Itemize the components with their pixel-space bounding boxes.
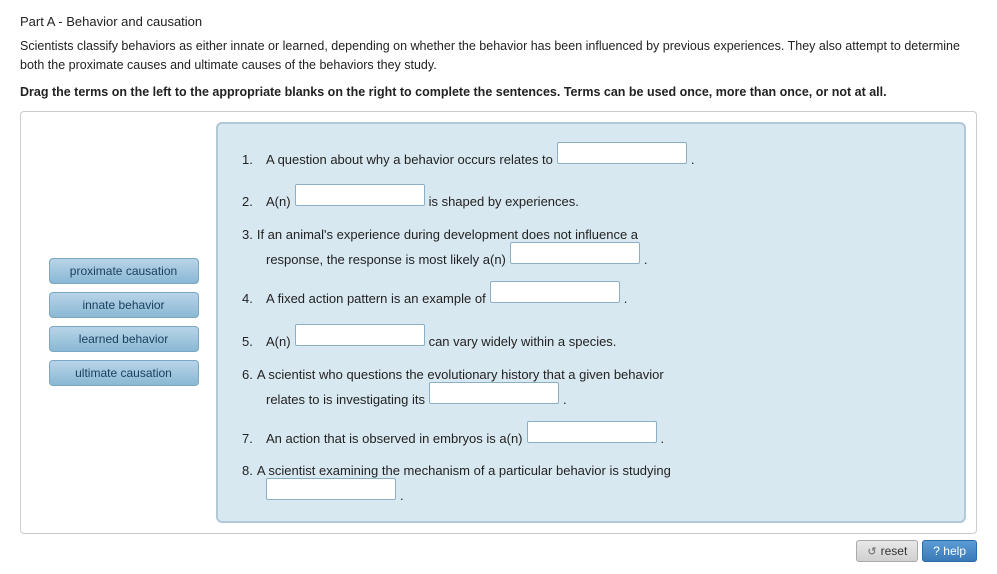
part-header: Part A - Behavior and causation xyxy=(20,14,977,29)
q8-blank[interactable] xyxy=(266,478,396,500)
q3-num: 3. xyxy=(242,227,253,242)
description: Scientists classify behaviors as either … xyxy=(20,37,960,75)
q5-text1: A(n) xyxy=(266,332,291,353)
question-6: 6. A scientist who questions the evoluti… xyxy=(242,367,940,407)
instruction: Drag the terms on the left to the approp… xyxy=(20,85,960,99)
q6-num: 6. xyxy=(242,367,253,382)
q4-period: . xyxy=(624,289,628,310)
terms-panel: proximate causation innate behavior lear… xyxy=(31,122,216,524)
term-ultimate-causation[interactable]: ultimate causation xyxy=(49,360,199,386)
q7-blank[interactable] xyxy=(527,421,657,443)
q7-text1: An action that is observed in embryos is… xyxy=(266,429,523,450)
q4-num: 4. xyxy=(242,289,262,310)
q4-text1: A fixed action pattern is an example of xyxy=(266,289,486,310)
q1-text1: A question about why a behavior occurs r… xyxy=(266,150,553,171)
q6-period: . xyxy=(563,392,567,407)
q4-blank[interactable] xyxy=(490,281,620,303)
q3-text1: If an animal's experience during develop… xyxy=(257,227,638,242)
q1-period: . xyxy=(691,150,695,171)
q7-num: 7. xyxy=(242,429,262,450)
q5-text2: can vary widely within a species. xyxy=(429,332,617,353)
q8-period: . xyxy=(400,488,404,503)
question-4: 4. A fixed action pattern is an example … xyxy=(242,281,940,310)
page-wrapper: Part A - Behavior and causation Scientis… xyxy=(0,0,997,574)
q1-blank[interactable] xyxy=(557,142,687,164)
question-7: 7. An action that is observed in embryos… xyxy=(242,421,940,450)
q2-text1: A(n) xyxy=(266,192,291,213)
q6-text2: relates to is investigating its xyxy=(266,392,425,407)
q6-blank[interactable] xyxy=(429,382,559,404)
q3-period: . xyxy=(644,252,648,267)
q3-blank[interactable] xyxy=(510,242,640,264)
q5-blank[interactable] xyxy=(295,324,425,346)
q6-line2: relates to is investigating its . xyxy=(242,382,940,407)
q8-num: 8. xyxy=(242,463,253,478)
question-3: 3. If an animal's experience during deve… xyxy=(242,227,940,267)
q7-period: . xyxy=(661,429,665,450)
q2-blank[interactable] xyxy=(295,184,425,206)
questions-panel: 1. A question about why a behavior occur… xyxy=(216,122,966,524)
q8-text1: A scientist examining the mechanism of a… xyxy=(257,463,671,478)
q5-num: 5. xyxy=(242,332,262,353)
q3-line1: 3. If an animal's experience during deve… xyxy=(242,227,940,242)
q2-num: 2. xyxy=(242,192,262,213)
q2-text2: is shaped by experiences. xyxy=(429,192,579,213)
q6-text1: A scientist who questions the evolutiona… xyxy=(257,367,664,382)
q6-line1: 6. A scientist who questions the evoluti… xyxy=(242,367,940,382)
activity-area: proximate causation innate behavior lear… xyxy=(20,111,977,535)
q3-line2: response, the response is most likely a(… xyxy=(242,242,940,267)
part-title: Behavior and causation xyxy=(66,14,202,29)
help-label: ? help xyxy=(933,544,966,558)
term-innate-behavior[interactable]: innate behavior xyxy=(49,292,199,318)
question-2: 2. A(n) is shaped by experiences. xyxy=(242,184,940,213)
reset-label: reset xyxy=(881,544,908,558)
q3-text2: response, the response is most likely a(… xyxy=(266,252,506,267)
term-proximate-causation[interactable]: proximate causation xyxy=(49,258,199,284)
term-learned-behavior[interactable]: learned behavior xyxy=(49,326,199,352)
reset-icon: ↺ xyxy=(867,545,876,558)
question-1: 1. A question about why a behavior occur… xyxy=(242,142,940,171)
question-8: 8. A scientist examining the mechanism o… xyxy=(242,463,940,503)
part-label: Part A - xyxy=(20,14,63,29)
reset-button[interactable]: ↺ reset xyxy=(856,540,918,562)
q1-num: 1. xyxy=(242,150,262,171)
q8-line2: . xyxy=(242,478,940,503)
question-5: 5. A(n) can vary widely within a species… xyxy=(242,324,940,353)
help-button[interactable]: ? help xyxy=(922,540,977,562)
q8-line1: 8. A scientist examining the mechanism o… xyxy=(242,463,940,478)
